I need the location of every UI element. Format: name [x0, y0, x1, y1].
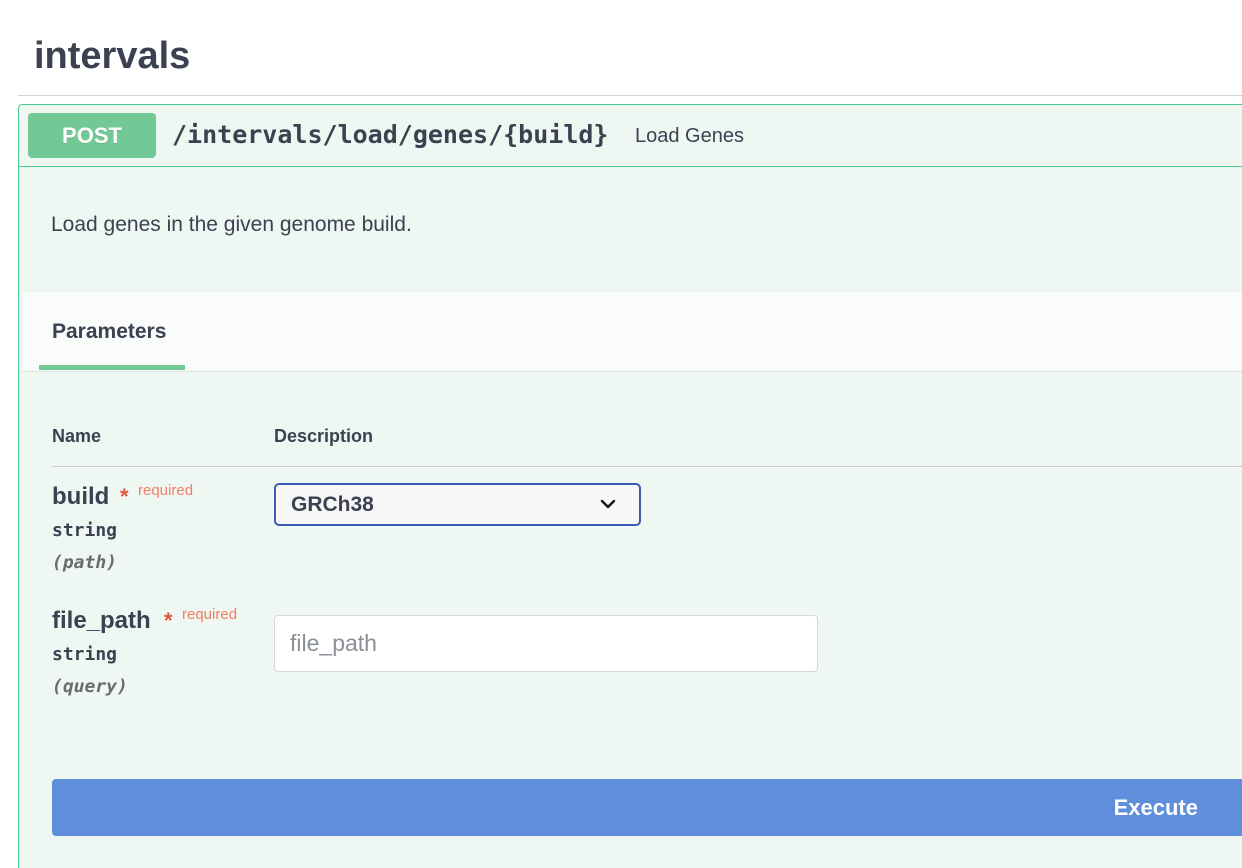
build-select[interactable]: GRCh38 [274, 483, 641, 526]
required-asterisk: * [164, 608, 173, 633]
parameter-location: (query) [52, 676, 128, 697]
tab-parameters[interactable]: Parameters [39, 292, 185, 370]
execute-button[interactable]: Execute [52, 779, 1242, 836]
required-label: required [182, 606, 238, 623]
chevron-down-icon [600, 499, 616, 509]
name-column-header: Name [52, 426, 102, 446]
build-select-value: GRCh38 [291, 493, 374, 516]
operation-block: POST /intervals/load/genes/{build} Load … [18, 104, 1242, 868]
table-header-divider [52, 466, 1242, 467]
parameter-location: (path) [52, 552, 118, 573]
operation-description: Load genes in the given genome build. [51, 213, 412, 236]
method-badge: POST [28, 113, 156, 158]
operation-path: /intervals/load/genes/{build} [172, 120, 609, 149]
required-label: required [138, 482, 194, 499]
description-column-header: Description [274, 426, 374, 446]
tag-title[interactable]: intervals [34, 30, 190, 82]
file-path-input[interactable] [274, 615, 818, 672]
parameter-name: build [52, 483, 110, 510]
parameter-type: string [52, 644, 118, 665]
tag-divider [18, 95, 1242, 96]
operation-summary[interactable]: POST /intervals/load/genes/{build} Load … [19, 105, 1242, 167]
parameter-type: string [52, 520, 118, 541]
parameters-header: Parameters [22, 292, 1242, 372]
tab-parameters-label: Parameters [52, 320, 167, 343]
operation-summary-text: Load Genes [635, 125, 744, 147]
parameter-name: file_path [52, 607, 151, 634]
required-asterisk: * [120, 484, 129, 509]
